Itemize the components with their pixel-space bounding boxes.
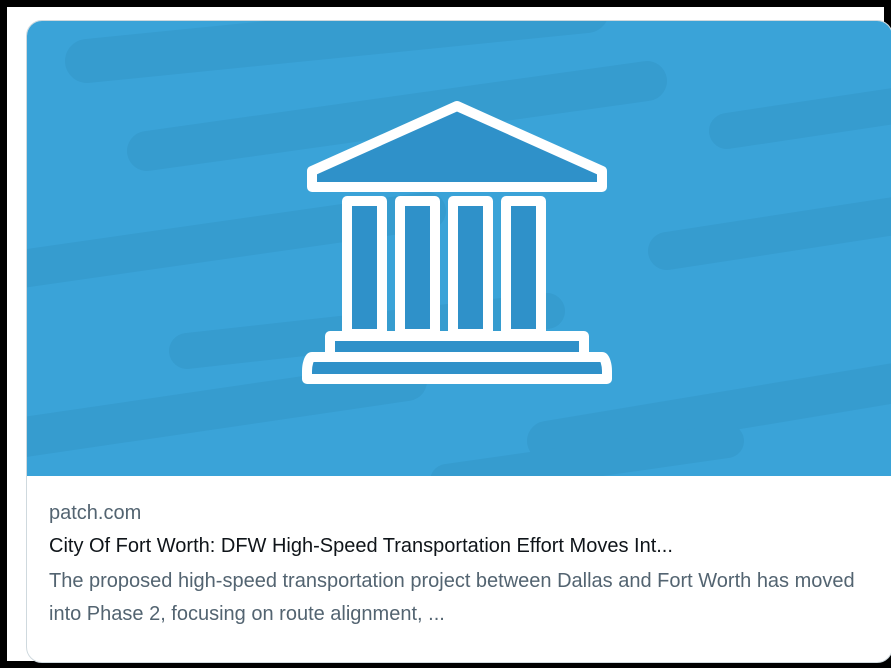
card-image[interactable] <box>27 21 891 476</box>
card-title[interactable]: City Of Fort Worth: DFW High-Speed Trans… <box>49 529 879 563</box>
card-text-block: patch.com City Of Fort Worth: DFW High-S… <box>49 499 879 631</box>
link-preview-card[interactable]: patch.com City Of Fort Worth: DFW High-S… <box>26 20 891 663</box>
card-domain: patch.com <box>49 502 142 524</box>
card-description: The proposed high-speed transportation p… <box>49 570 855 625</box>
card-image-graphic <box>27 21 891 476</box>
screenshot-frame: patch.com City Of Fort Worth: DFW High-S… <box>0 0 891 668</box>
government-building-icon <box>302 101 612 384</box>
